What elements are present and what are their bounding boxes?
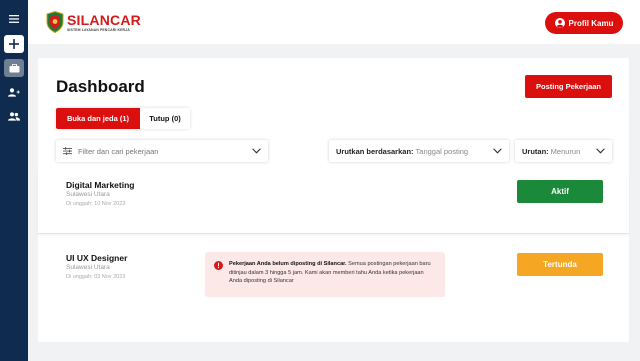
user-circle-icon: [554, 18, 565, 28]
logo-prefix: SI: [67, 11, 81, 28]
plus-icon: [9, 39, 19, 49]
job-row[interactable]: UI UX Designer Sulawesi Utara Di unggah:…: [38, 238, 629, 306]
status-tabs: Buka dan jeda (1) Tutup (0): [56, 108, 190, 129]
app-logo[interactable]: SILANCAR SISTEM LAYANAN PENCARI KERJA: [46, 11, 141, 33]
status-active-button[interactable]: Aktif: [517, 180, 603, 203]
order-select[interactable]: Urutan: Menurun: [515, 140, 612, 162]
job-title[interactable]: UI UX Designer: [66, 253, 127, 263]
emblem-icon: [46, 11, 64, 33]
sidebar-item-users[interactable]: [4, 107, 24, 125]
alert-title: Pekerjaan Anda belum diposting di Silanc…: [229, 261, 347, 267]
job-location: Sulawesi Utara: [66, 191, 110, 198]
profile-label: Profil Kamu: [568, 18, 614, 28]
page-title: Dashboard: [56, 77, 145, 96]
status-pending-button[interactable]: Tertunda: [517, 253, 603, 276]
chevron-down-icon: [596, 148, 605, 154]
job-date: Di unggah: 10 Nov 2023: [66, 201, 126, 207]
post-job-button[interactable]: Posting Pekerjaan: [525, 75, 612, 98]
users-icon: [8, 111, 20, 121]
sidebar-item-add[interactable]: [4, 35, 24, 53]
sort-value: Tanggal posting: [415, 146, 469, 156]
job-location: Sulawesi Utara: [66, 264, 110, 271]
logo-subtitle: SISTEM LAYANAN PENCARI KERJA: [67, 27, 130, 32]
menu-button[interactable]: [4, 10, 24, 28]
pending-alert: Pekerjaan Anda belum diposting di Silanc…: [205, 252, 445, 297]
add-user-icon: [8, 87, 20, 97]
menu-icon: [9, 15, 19, 23]
sort-label: Urutkan berdasarkan:: [336, 146, 414, 156]
job-row[interactable]: Digital Marketing Sulawesi Utara Di ungg…: [38, 170, 629, 234]
sliders-icon: [63, 147, 72, 155]
top-header: SILANCAR SISTEM LAYANAN PENCARI KERJA Pr…: [28, 0, 640, 44]
dashboard-card: Dashboard Posting Pekerjaan Buka dan jed…: [38, 58, 629, 342]
sidebar-item-add-user[interactable]: [4, 83, 24, 101]
order-label: Urutan:: [522, 146, 549, 156]
filter-search-input[interactable]: Filter dan cari pekerjaan: [56, 140, 268, 162]
alert-icon: [214, 261, 223, 270]
briefcase-icon: [9, 63, 19, 72]
sidebar-item-jobs[interactable]: [4, 59, 24, 77]
sidebar: [0, 0, 28, 361]
tab-open-paused[interactable]: Buka dan jeda (1): [56, 108, 140, 129]
tab-closed[interactable]: Tutup (0): [140, 108, 190, 129]
profile-button[interactable]: Profil Kamu: [545, 12, 623, 34]
job-title[interactable]: Digital Marketing: [66, 180, 134, 190]
chevron-down-icon: [493, 148, 502, 154]
job-date: Di unggah: 03 Nov 2023: [66, 274, 126, 280]
chevron-down-icon: [252, 148, 261, 154]
sort-by-select[interactable]: Urutkan berdasarkan: Tanggal posting: [329, 140, 509, 162]
order-value: Menurun: [550, 146, 581, 156]
logo-rest: LANCAR: [80, 11, 141, 28]
filter-placeholder: Filter dan cari pekerjaan: [78, 146, 159, 156]
